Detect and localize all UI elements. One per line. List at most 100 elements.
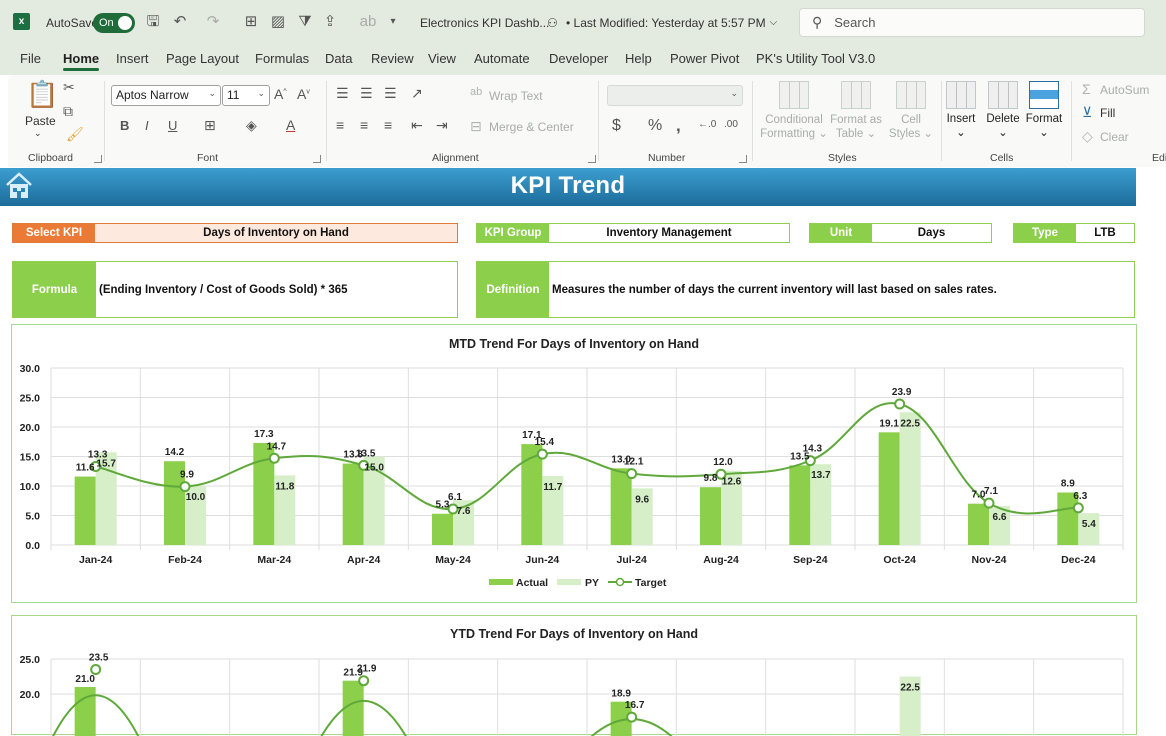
insert-cells-button[interactable]: Insert⌄ bbox=[944, 81, 978, 139]
redo-icon[interactable]: ↷ bbox=[203, 12, 223, 32]
clear-icon[interactable]: ◇ bbox=[1082, 128, 1093, 145]
target-marker[interactable] bbox=[538, 450, 547, 459]
format-painter-icon[interactable]: 🖌 bbox=[66, 126, 84, 143]
paste-icon[interactable]: 📋 bbox=[26, 79, 58, 110]
cut-icon[interactable]: ✂ bbox=[63, 79, 75, 96]
currency-icon[interactable]: $ bbox=[612, 117, 621, 135]
fill-icon[interactable]: ⊻ bbox=[1082, 104, 1092, 121]
align-bottom-icon[interactable]: ☰ bbox=[384, 85, 397, 102]
last-modified[interactable]: • Last Modified: Yesterday at 5:57 PM⌵ bbox=[566, 0, 777, 45]
font-color-icon[interactable]: A bbox=[286, 117, 295, 133]
merge-center-button[interactable]: Merge & Center bbox=[489, 120, 574, 134]
tab-pk-utility[interactable]: PK's Utility Tool V3.0 bbox=[756, 51, 875, 66]
fill-button[interactable]: Fill bbox=[1100, 106, 1115, 120]
bar-actual[interactable] bbox=[789, 465, 810, 545]
increase-indent-icon[interactable]: ⇥ bbox=[436, 117, 448, 134]
tab-review[interactable]: Review bbox=[371, 51, 414, 66]
paste-chevron-icon[interactable]: ⌄ bbox=[34, 128, 42, 139]
tab-developer[interactable]: Developer bbox=[549, 51, 608, 66]
clear-button[interactable]: Clear bbox=[1100, 130, 1129, 144]
conditional-formatting-button[interactable]: ConditionalFormatting ⌄ bbox=[760, 81, 828, 141]
borders-icon[interactable]: ⊞ bbox=[204, 117, 216, 134]
target-marker[interactable] bbox=[627, 713, 636, 722]
format-cells-button[interactable]: Format⌄ bbox=[1024, 81, 1064, 139]
number-launcher-icon[interactable] bbox=[739, 155, 747, 163]
wrap-text-button[interactable]: Wrap Text bbox=[489, 89, 543, 103]
picture-icon[interactable]: ▨ bbox=[268, 12, 288, 32]
autosum-icon[interactable]: Σ bbox=[1082, 81, 1091, 97]
undo-icon[interactable]: ↶ bbox=[170, 12, 190, 32]
select-kpi-field[interactable]: Select KPI Days of Inventory on Hand bbox=[12, 223, 458, 243]
share-icon[interactable]: ⇪ bbox=[320, 12, 340, 32]
tab-view[interactable]: View bbox=[428, 51, 456, 66]
filter-icon[interactable]: ⧩ bbox=[295, 12, 315, 32]
tab-insert[interactable]: Insert bbox=[116, 51, 149, 66]
tab-power-pivot[interactable]: Power Pivot bbox=[670, 51, 739, 66]
target-marker[interactable] bbox=[181, 482, 190, 491]
target-marker[interactable] bbox=[270, 454, 279, 463]
align-right-icon[interactable]: ≡ bbox=[384, 117, 392, 133]
bar-actual[interactable] bbox=[75, 687, 96, 736]
bar-py[interactable] bbox=[900, 412, 921, 545]
tab-page-layout[interactable]: Page Layout bbox=[166, 51, 239, 66]
increase-decimal-icon[interactable]: ←.0 bbox=[698, 119, 716, 130]
alignment-launcher-icon[interactable] bbox=[588, 155, 596, 163]
tab-help[interactable]: Help bbox=[625, 51, 652, 66]
merge-center-icon[interactable]: ⊟ bbox=[470, 118, 482, 135]
number-format-select[interactable]: ⌄ bbox=[607, 85, 743, 106]
orientation-icon[interactable]: ↗ bbox=[411, 85, 423, 102]
borders-icon[interactable]: ⊞ bbox=[241, 12, 261, 32]
wrap-text-icon[interactable]: ab bbox=[470, 86, 482, 98]
delete-cells-button[interactable]: Delete⌄ bbox=[984, 81, 1022, 139]
save-icon[interactable]: 🖫 bbox=[143, 12, 163, 32]
decrease-decimal-icon[interactable]: .00 bbox=[724, 119, 738, 130]
select-kpi-value[interactable]: Days of Inventory on Hand bbox=[95, 224, 457, 242]
tab-home[interactable]: Home bbox=[63, 51, 99, 66]
target-marker[interactable] bbox=[627, 469, 636, 478]
tab-formulas[interactable]: Formulas bbox=[255, 51, 309, 66]
target-marker[interactable] bbox=[895, 399, 904, 408]
font-family-select[interactable]: Aptos Narrow⌄ bbox=[111, 85, 221, 106]
clipboard-launcher-icon[interactable] bbox=[94, 155, 102, 163]
paste-button[interactable]: Paste bbox=[25, 114, 56, 128]
mtd-chart[interactable]: MTD Trend For Days of Inventory on Hand … bbox=[11, 324, 1137, 603]
underline-button[interactable]: U bbox=[168, 118, 177, 133]
target-marker[interactable] bbox=[91, 665, 100, 674]
bar-actual[interactable] bbox=[611, 468, 632, 545]
font-size-select[interactable]: 11⌄ bbox=[222, 85, 270, 106]
tab-file[interactable]: File bbox=[20, 51, 41, 66]
fill-color-icon[interactable]: ◈ bbox=[246, 117, 257, 134]
comma-style-icon[interactable]: , bbox=[676, 116, 681, 136]
spelling-icon[interactable]: ab bbox=[358, 12, 378, 32]
percent-icon[interactable]: % bbox=[648, 117, 662, 135]
align-middle-icon[interactable]: ☰ bbox=[360, 85, 373, 102]
tab-data[interactable]: Data bbox=[325, 51, 352, 66]
target-marker[interactable] bbox=[985, 499, 994, 508]
align-center-icon[interactable]: ≡ bbox=[360, 117, 368, 133]
font-launcher-icon[interactable] bbox=[313, 155, 321, 163]
cell-styles-button[interactable]: CellStyles ⌄ bbox=[886, 81, 936, 141]
bar-actual[interactable] bbox=[879, 432, 900, 545]
search-input[interactable]: ⚲ Search bbox=[799, 8, 1145, 37]
copy-icon[interactable]: ⧉ bbox=[63, 103, 73, 120]
bar-actual[interactable] bbox=[75, 477, 96, 545]
tab-automate[interactable]: Automate bbox=[474, 51, 530, 66]
autosave-toggle[interactable]: On bbox=[93, 13, 135, 33]
bar-actual[interactable] bbox=[968, 504, 989, 545]
increase-font-icon[interactable]: A^ bbox=[274, 86, 287, 102]
bar-actual[interactable] bbox=[432, 514, 453, 545]
decrease-indent-icon[interactable]: ⇤ bbox=[411, 117, 423, 134]
align-top-icon[interactable]: ☰ bbox=[336, 85, 349, 102]
decrease-font-icon[interactable]: Av bbox=[297, 86, 310, 102]
align-left-icon[interactable]: ≡ bbox=[336, 117, 344, 133]
ytd-chart[interactable]: YTD Trend For Days of Inventory on Hand … bbox=[11, 615, 1137, 735]
format-as-table-button[interactable]: Format asTable ⌄ bbox=[828, 81, 884, 141]
bar-actual[interactable] bbox=[521, 444, 542, 545]
italic-button[interactable]: I bbox=[145, 118, 149, 133]
target-marker[interactable] bbox=[1074, 503, 1083, 512]
target-marker[interactable] bbox=[359, 676, 368, 685]
customize-qat-icon[interactable]: ▾ bbox=[383, 12, 403, 32]
bar-actual[interactable] bbox=[700, 487, 721, 545]
autosum-button[interactable]: AutoSum bbox=[1100, 83, 1149, 97]
bold-button[interactable]: B bbox=[120, 118, 129, 133]
